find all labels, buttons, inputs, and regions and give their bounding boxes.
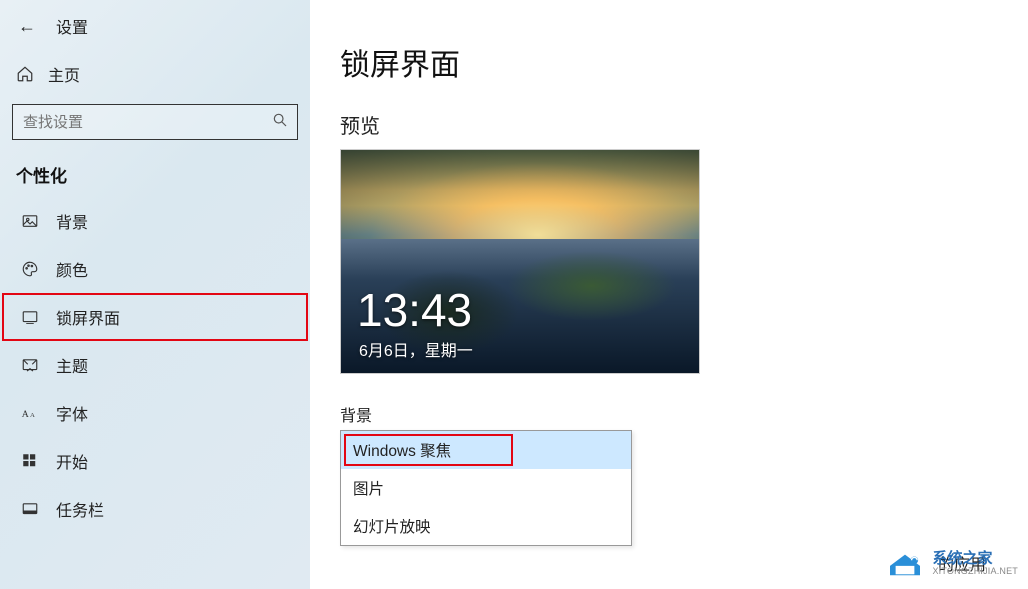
palette-icon [20, 259, 40, 279]
dropdown-option-spotlight[interactable]: Windows 聚焦 [341, 431, 631, 469]
sidebar-item-background[interactable]: 背景 [2, 197, 308, 245]
dropdown-option-slideshow[interactable]: 幻灯片放映 [341, 507, 631, 545]
sidebar-item-color[interactable]: 颜色 [2, 245, 308, 293]
background-dropdown[interactable]: Windows 聚焦 图片 幻灯片放映 [340, 430, 632, 546]
sidebar-item-start[interactable]: 开始 [2, 437, 308, 485]
preview-date: 6月6日，星期一 [359, 337, 473, 361]
search-box[interactable] [12, 104, 298, 140]
font-icon: AA [20, 403, 40, 423]
sidebar-item-theme[interactable]: 主题 [2, 341, 308, 389]
sidebar-item-font[interactable]: AA 字体 [2, 389, 308, 437]
preview-time: 13:43 [357, 283, 472, 337]
option-label: Windows 聚焦 [353, 439, 451, 461]
search-icon [263, 112, 297, 133]
watermark-text: 系统之家 XITONGZHIJIA.NET [932, 551, 1018, 577]
svg-text:A: A [22, 409, 29, 420]
sidebar-item-taskbar[interactable]: 任务栏 [2, 485, 308, 533]
nav-label: 字体 [56, 401, 88, 425]
start-icon [20, 451, 40, 471]
svg-text:A: A [30, 412, 35, 419]
option-label: 幻灯片放映 [353, 515, 431, 537]
theme-icon [20, 355, 40, 375]
option-label: 图片 [353, 477, 384, 499]
window-title: 设置 [56, 14, 88, 38]
background-label: 背景 [340, 402, 1028, 426]
home-link[interactable]: 主页 [0, 52, 310, 96]
nav-label: 任务栏 [56, 497, 104, 521]
lockscreen-icon [20, 307, 40, 327]
picture-icon [20, 211, 40, 231]
watermark-en: XITONGZHIJIA.NET [932, 567, 1018, 577]
sidebar-item-lockscreen[interactable]: 锁屏界面 [2, 293, 308, 341]
watermark: 系统之家 XITONGZHIJIA.NET [886, 549, 1018, 579]
section-title: 个性化 [0, 140, 310, 197]
nav-label: 锁屏界面 [56, 305, 120, 329]
main-content: 锁屏界面 预览 13:43 6月6日，星期一 背景 Windows 聚焦 图片 … [310, 0, 1028, 589]
home-icon [16, 65, 34, 83]
page-title: 锁屏界面 [340, 40, 1028, 84]
lockscreen-preview: 13:43 6月6日，星期一 [340, 149, 700, 374]
search-input[interactable] [13, 114, 263, 131]
watermark-cn: 系统之家 [932, 551, 1018, 568]
dropdown-option-picture[interactable]: 图片 [341, 469, 631, 507]
nav-label: 颜色 [56, 257, 88, 281]
watermark-logo-icon [886, 549, 924, 579]
nav-label: 开始 [56, 449, 88, 473]
nav-label: 背景 [56, 209, 88, 233]
back-button[interactable]: ← [18, 16, 36, 37]
nav-label: 主题 [56, 353, 88, 377]
taskbar-icon [20, 499, 40, 519]
title-bar: ← 设置 [0, 6, 310, 46]
home-label: 主页 [48, 62, 80, 86]
sidebar: ← 设置 主页 个性化 背景 颜色 锁屏界面 主 [0, 0, 310, 589]
preview-heading: 预览 [340, 110, 1028, 139]
